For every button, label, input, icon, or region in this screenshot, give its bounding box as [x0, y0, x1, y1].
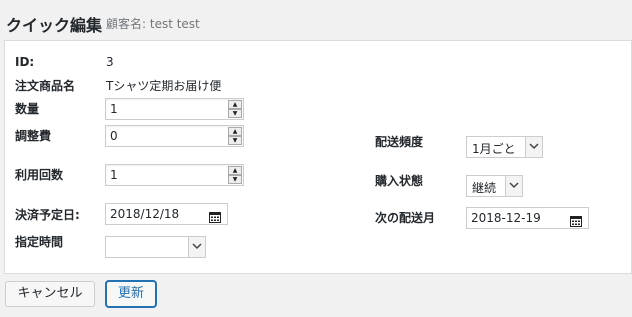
time-slot-label: 指定時間: [15, 235, 64, 249]
id-value: 3: [106, 55, 114, 69]
adjustment-field[interactable]: 0 ▲ ▼: [105, 125, 244, 147]
next-delivery-input[interactable]: 2018-12-19: [466, 207, 589, 229]
next-delivery-label: 次の配送月: [375, 211, 436, 225]
spinner-arrows-icon[interactable]: ▲ ▼: [228, 100, 242, 118]
adjustment-value: 0: [110, 129, 118, 143]
customer-name: 顧客名: test test: [106, 17, 200, 31]
chevron-down-icon: [525, 137, 542, 157]
calendar-icon[interactable]: [209, 208, 221, 227]
next-delivery-value: 2018-12-19: [471, 211, 541, 225]
usage-count-label: 利用回数: [15, 168, 64, 182]
usage-count-value: 1: [110, 168, 118, 182]
product-value: Tシャツ定期お届け便: [106, 79, 222, 93]
spinner-arrows-icon[interactable]: ▲ ▼: [228, 166, 242, 184]
spinner-arrows-icon[interactable]: ▲ ▼: [228, 127, 242, 145]
payment-date-input[interactable]: 2018/12/18: [105, 203, 228, 225]
status-label: 購入状態: [375, 174, 424, 188]
usage-count-field[interactable]: 1 ▲ ▼: [105, 164, 244, 186]
chevron-down-icon: [188, 237, 205, 257]
frequency-label: 配送頻度: [375, 135, 424, 149]
adjustment-label: 調整費: [15, 129, 52, 143]
cancel-button[interactable]: キャンセル: [5, 281, 95, 307]
payment-date-label: 決済予定日:: [15, 208, 80, 222]
quantity-field[interactable]: 1 ▲ ▼: [105, 98, 244, 120]
chevron-down-icon: [505, 176, 522, 196]
quick-edit-header: クイック編集 顧客名: test test: [0, 0, 632, 40]
frequency-select[interactable]: 1月ごと: [466, 136, 543, 158]
product-label: 注文商品名: [15, 79, 76, 93]
payment-date-value: 2018/12/18: [110, 207, 180, 221]
page-title: クイック編集: [6, 16, 103, 35]
update-button[interactable]: 更新: [106, 281, 156, 307]
status-select[interactable]: 継続: [466, 175, 523, 197]
calendar-icon[interactable]: [570, 212, 582, 231]
id-label: ID:: [15, 55, 35, 69]
quantity-value: 1: [110, 102, 118, 116]
frequency-value: 1月ごと: [472, 142, 516, 156]
status-value: 継続: [472, 181, 497, 195]
time-slot-select[interactable]: [105, 236, 206, 258]
quantity-label: 数量: [15, 102, 40, 116]
